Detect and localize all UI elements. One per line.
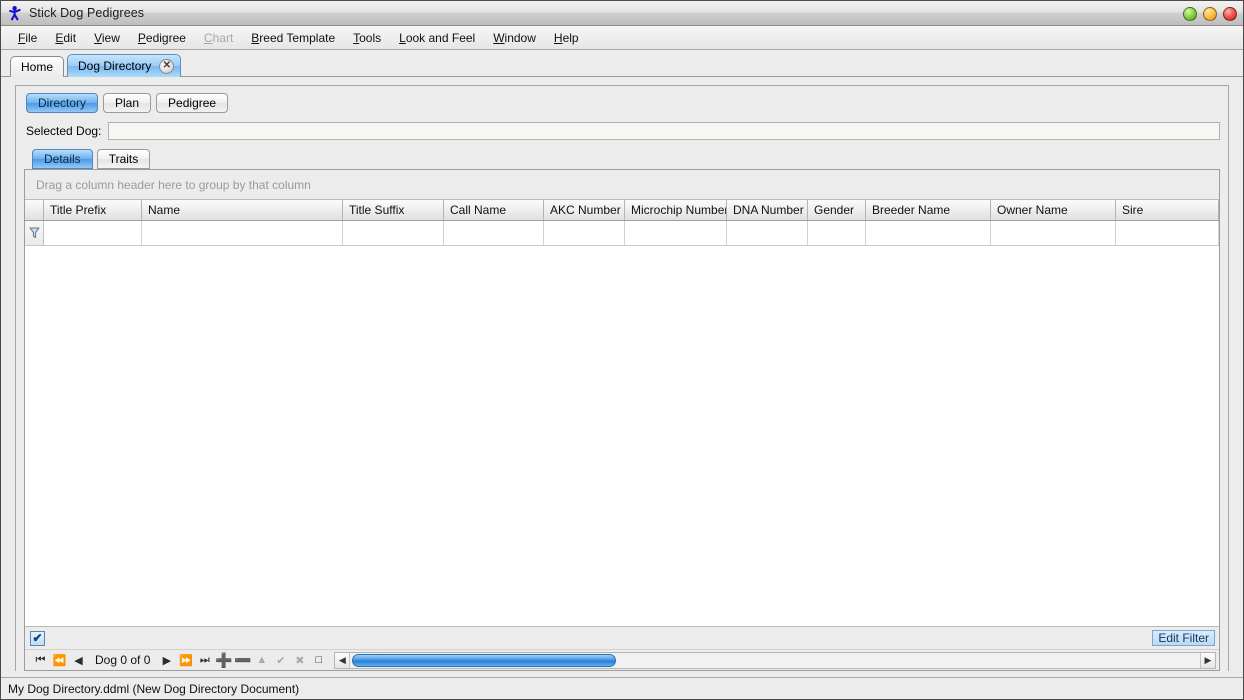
- filter-enabled-checkbox[interactable]: ✔: [30, 631, 45, 646]
- scrollbar-thumb[interactable]: [352, 654, 616, 667]
- filter-funnel-icon[interactable]: [25, 221, 44, 245]
- view-button-pedigree-label: Pedigree: [168, 96, 216, 110]
- column-header-akc-number[interactable]: AKC Number: [544, 200, 625, 220]
- column-header-title-suffix[interactable]: Title Suffix: [343, 200, 444, 220]
- view-button-directory[interactable]: Directory: [26, 93, 98, 113]
- filter-cell-dna-number[interactable]: [727, 221, 808, 245]
- record-navigator: ⏮ ⏪ ◀ Dog 0 of 0 ▶ ⏩ ⏭ ➕ ➖ ▲ ✔ ✖ □ ◀: [25, 649, 1219, 670]
- filter-cell-owner-name[interactable]: [991, 221, 1116, 245]
- menu-breed-template[interactable]: Breed Template: [242, 28, 344, 48]
- title-bar: Stick Dog Pedigrees: [1, 1, 1243, 26]
- view-button-plan[interactable]: Plan: [103, 93, 151, 113]
- column-header-name[interactable]: Name: [142, 200, 343, 220]
- tab-traits-label: Traits: [109, 152, 139, 166]
- filter-cell-microchip-number[interactable]: [625, 221, 727, 245]
- menu-file[interactable]: File: [9, 28, 46, 48]
- add-record-button[interactable]: ➕: [214, 652, 233, 669]
- scroll-left-arrow-icon[interactable]: ◀: [335, 653, 350, 668]
- last-record-button[interactable]: ⏭: [195, 652, 214, 669]
- row-indicator-header: [25, 200, 44, 220]
- filter-cell-call-name[interactable]: [444, 221, 544, 245]
- next-page-button[interactable]: ⏩: [176, 652, 195, 669]
- tab-details-label: Details: [44, 152, 81, 166]
- maximize-button[interactable]: [1203, 7, 1217, 21]
- selected-dog-input[interactable]: [108, 122, 1220, 140]
- cancel-edit-button: ✖: [290, 652, 309, 669]
- column-header-dna-number[interactable]: DNA Number: [727, 200, 808, 220]
- view-button-plan-label: Plan: [115, 96, 139, 110]
- filter-cell-title-prefix[interactable]: [44, 221, 142, 245]
- filter-cell-gender[interactable]: [808, 221, 866, 245]
- minimize-button[interactable]: [1183, 7, 1197, 21]
- group-by-hint: Drag a column header here to group by th…: [36, 178, 311, 192]
- grid-header-row: Title Prefix Name Title Suffix Call Name…: [25, 200, 1219, 221]
- horizontal-scrollbar[interactable]: ◀ ▶: [334, 652, 1216, 669]
- menu-view[interactable]: View: [85, 28, 129, 48]
- prev-page-button[interactable]: ⏪: [50, 652, 69, 669]
- window-title: Stick Dog Pedigrees: [29, 6, 144, 20]
- tab-traits[interactable]: Traits: [97, 149, 151, 169]
- application-window: Stick Dog Pedigrees File Edit View Pedig…: [0, 0, 1244, 700]
- edit-filter-button[interactable]: Edit Filter: [1152, 630, 1215, 646]
- first-record-button[interactable]: ⏮: [31, 652, 50, 669]
- status-bar: My Dog Directory.ddml (New Dog Directory…: [1, 677, 1243, 699]
- dog-directory-grid: Drag a column header here to group by th…: [24, 169, 1220, 671]
- column-header-owner-name[interactable]: Owner Name: [991, 200, 1116, 220]
- menu-chart: Chart: [195, 28, 242, 48]
- selected-dog-row: Selected Dog:: [24, 122, 1220, 140]
- next-record-button[interactable]: ▶: [157, 652, 176, 669]
- status-bar-text: My Dog Directory.ddml (New Dog Directory…: [8, 682, 299, 696]
- filter-cell-sire[interactable]: [1116, 221, 1219, 245]
- column-header-call-name[interactable]: Call Name: [444, 200, 544, 220]
- document-tab-strip: Home Dog Directory ✕: [1, 50, 1243, 77]
- post-edit-button: ✔: [271, 652, 290, 669]
- grid-footer: ✔ Edit Filter ⏮ ⏪ ◀ Dog 0 of 0 ▶ ⏩ ⏭ ➕ ➖…: [25, 626, 1219, 670]
- document-tab-dog-directory[interactable]: Dog Directory ✕: [67, 54, 181, 77]
- record-count-label: Dog 0 of 0: [88, 653, 157, 667]
- tab-details[interactable]: Details: [32, 149, 93, 169]
- bookmark-button[interactable]: □: [309, 652, 328, 669]
- column-header-gender[interactable]: Gender: [808, 200, 866, 220]
- column-header-sire[interactable]: Sire: [1116, 200, 1219, 220]
- group-by-drop-area[interactable]: Drag a column header here to group by th…: [25, 170, 1219, 200]
- document-tab-home[interactable]: Home: [10, 56, 64, 77]
- document-tab-dog-directory-label: Dog Directory: [78, 59, 151, 73]
- grid-filter-row: [25, 221, 1219, 246]
- grid-body-empty[interactable]: [25, 246, 1219, 626]
- grid-footer-top: ✔ Edit Filter: [25, 627, 1219, 649]
- filter-cell-akc-number[interactable]: [544, 221, 625, 245]
- menu-bar: File Edit View Pedigree Chart Breed Temp…: [1, 26, 1243, 50]
- window-controls: [1183, 1, 1237, 26]
- menu-help[interactable]: Help: [545, 28, 588, 48]
- document-tab-home-label: Home: [21, 60, 53, 74]
- close-icon[interactable]: ✕: [159, 59, 174, 74]
- column-header-title-prefix[interactable]: Title Prefix: [44, 200, 142, 220]
- view-mode-buttons: Directory Plan Pedigree: [24, 93, 1220, 113]
- prev-record-button[interactable]: ◀: [69, 652, 88, 669]
- scroll-right-arrow-icon[interactable]: ▶: [1200, 653, 1215, 668]
- menu-pedigree[interactable]: Pedigree: [129, 28, 195, 48]
- column-header-breeder-name[interactable]: Breeder Name: [866, 200, 991, 220]
- main-content-panel: Directory Plan Pedigree Selected Dog: De…: [15, 85, 1229, 671]
- menu-window[interactable]: Window: [484, 28, 545, 48]
- filter-cell-name[interactable]: [142, 221, 343, 245]
- detail-tab-strip: Details Traits: [24, 149, 1220, 169]
- menu-edit[interactable]: Edit: [46, 28, 85, 48]
- column-header-microchip-number[interactable]: Microchip Number: [625, 200, 727, 220]
- menu-look-and-feel[interactable]: Look and Feel: [390, 28, 484, 48]
- filter-cell-breeder-name[interactable]: [866, 221, 991, 245]
- view-button-pedigree[interactable]: Pedigree: [156, 93, 228, 113]
- filter-cell-title-suffix[interactable]: [343, 221, 444, 245]
- edit-record-button: ▲: [252, 652, 271, 669]
- delete-record-button[interactable]: ➖: [233, 652, 252, 669]
- menu-tools[interactable]: Tools: [344, 28, 390, 48]
- stick-figure-icon: [7, 5, 23, 21]
- close-button[interactable]: [1223, 7, 1237, 21]
- scrollbar-track[interactable]: [350, 653, 1200, 668]
- selected-dog-label: Selected Dog:: [26, 124, 101, 138]
- view-button-directory-label: Directory: [38, 96, 86, 110]
